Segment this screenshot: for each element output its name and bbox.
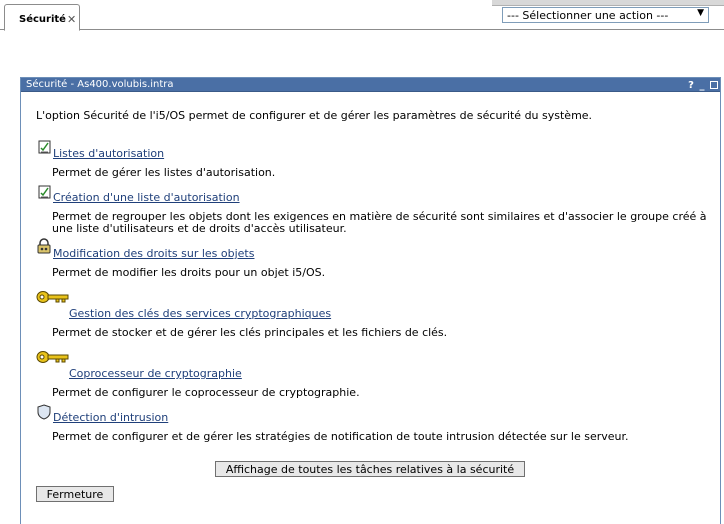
close-button[interactable]: Fermeture <box>36 486 114 502</box>
security-portlet: Sécurité - As400.volubis.intra ? _ L'opt… <box>20 77 721 524</box>
link-gestion-cles[interactable]: Gestion des clés des services cryptograp… <box>69 307 331 320</box>
portlet-header: Sécurité - As400.volubis.intra ? _ <box>21 78 720 92</box>
lock-icon <box>37 238 51 254</box>
tab-securite[interactable]: Sécurité ✕ <box>4 4 80 31</box>
portlet-controls: ? _ <box>686 78 718 92</box>
checklist-icon <box>38 185 51 199</box>
link-coprocesseur[interactable]: Coprocesseur de cryptographie <box>69 367 242 380</box>
link-modification-droits[interactable]: Modification des droits sur les objets <box>53 247 254 260</box>
desc-coprocesseur: Permet de configurer le coprocesseur de … <box>52 386 360 399</box>
checklist-icon <box>38 140 51 154</box>
desc-creation-liste-2: une liste d'utilisateurs et de droits d'… <box>52 222 347 235</box>
desc-listes-autorisation: Permet de gérer les listes d'autorisatio… <box>52 166 276 179</box>
action-select[interactable]: --- Sélectionner une action --- ▼ <box>502 7 709 23</box>
desc-detection-intrusion: Permet de configurer et de gérer les str… <box>52 430 629 443</box>
shield-icon <box>37 404 51 420</box>
maximize-icon[interactable] <box>710 81 718 89</box>
chevron-down-icon[interactable]: ▼ <box>697 8 704 18</box>
key-icon <box>36 351 69 363</box>
desc-modification-droits: Permet de modifier les droits pour un ob… <box>52 266 326 279</box>
close-tab-icon[interactable]: ✕ <box>67 13 76 26</box>
link-creation-liste[interactable]: Création d'une liste d'autorisation <box>53 191 240 204</box>
top-toolbar-strip <box>492 0 724 6</box>
link-listes-autorisation[interactable]: Listes d'autorisation <box>53 147 164 160</box>
show-all-security-tasks-button[interactable]: Affichage de toutes les tâches relatives… <box>215 461 525 477</box>
key-icon <box>36 291 69 303</box>
minimize-icon[interactable]: _ <box>697 80 707 91</box>
action-select-value: --- Sélectionner une action --- <box>507 9 669 22</box>
link-detection-intrusion[interactable]: Détection d'intrusion <box>53 411 168 424</box>
tab-strip: Sécurité ✕ --- Sélectionner une action -… <box>0 0 724 31</box>
help-icon[interactable]: ? <box>686 80 696 91</box>
tab-label: Sécurité <box>19 14 66 25</box>
desc-gestion-cles: Permet de stocker et de gérer les clés p… <box>52 326 448 339</box>
intro-text: L'option Sécurité de l'i5/OS permet de c… <box>36 109 593 122</box>
portlet-title: Sécurité - As400.volubis.intra <box>26 79 174 90</box>
